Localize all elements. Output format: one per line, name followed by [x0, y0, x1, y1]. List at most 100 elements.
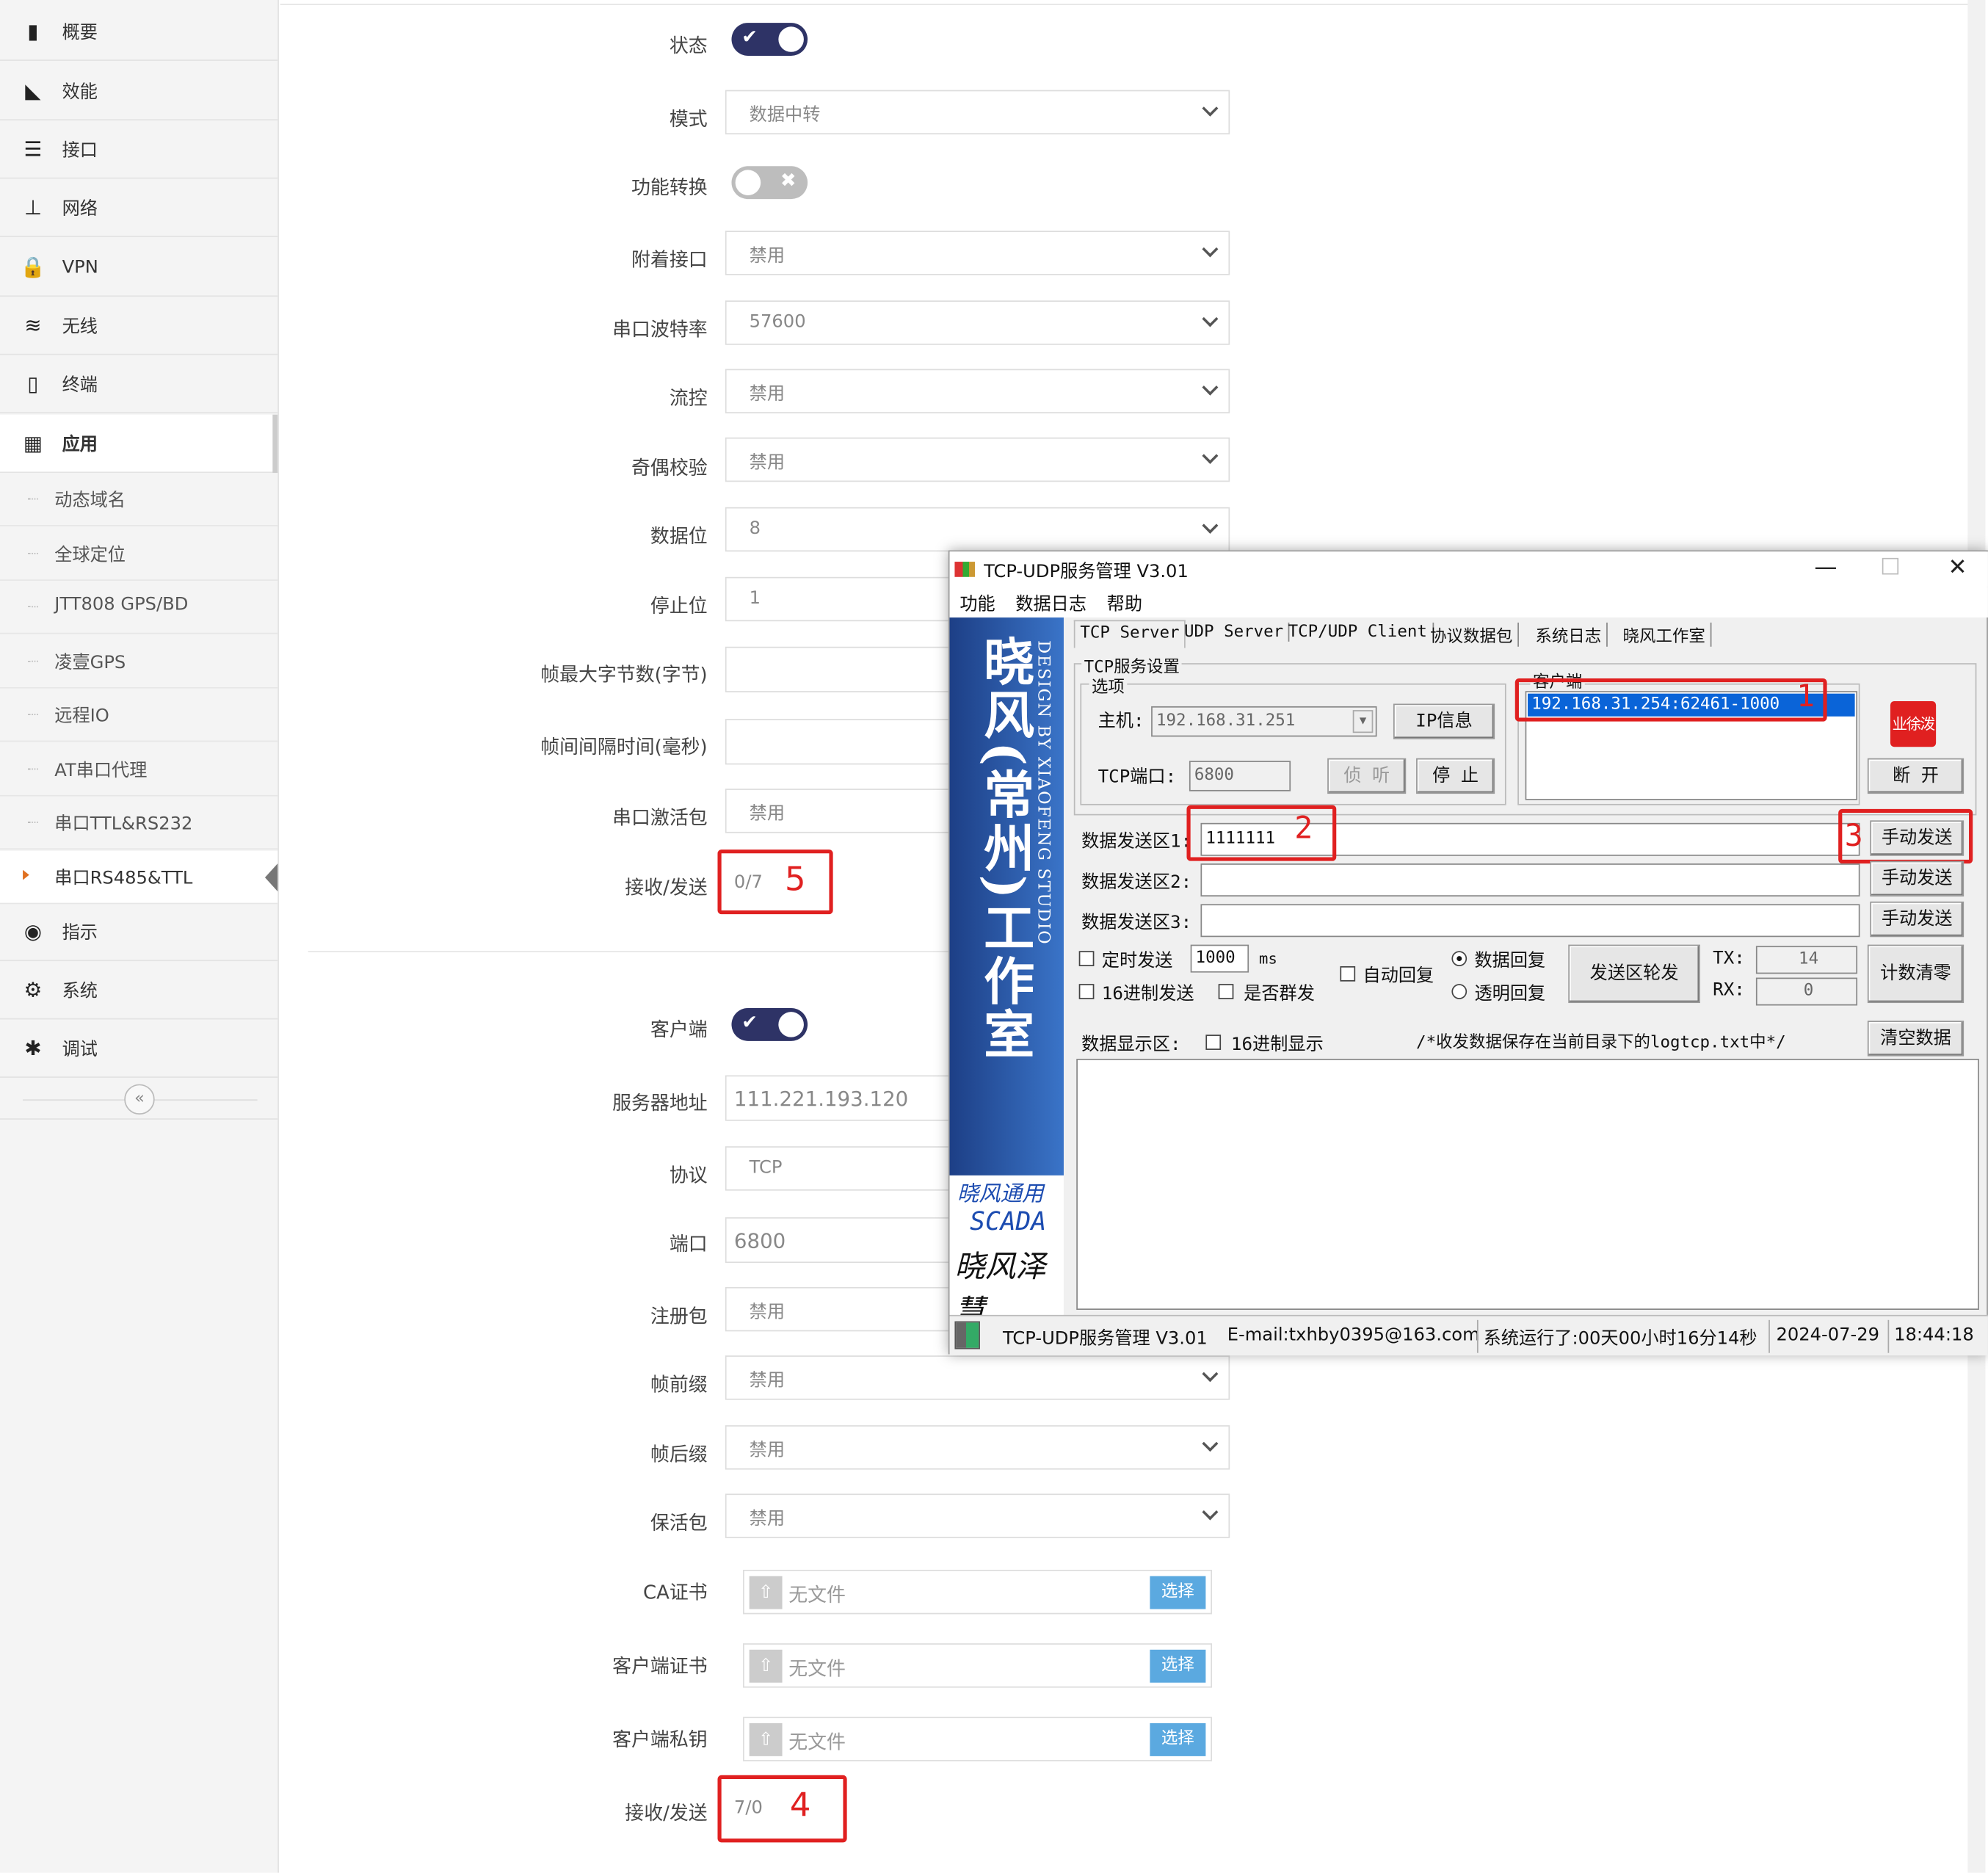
submenu-item-1[interactable]: 全球定位 [0, 526, 278, 581]
keepalive-select[interactable]: 禁用 [725, 1493, 1230, 1538]
stop-button[interactable]: 停 止 [1416, 758, 1495, 794]
max-bytes-label: 帧最大字节数(字节) [540, 663, 708, 686]
close-button[interactable]: ✕ [1939, 554, 1977, 584]
listen-button[interactable]: 侦 听 [1327, 758, 1407, 794]
databits-select[interactable]: 8 [725, 507, 1230, 552]
flow-label: 流控 [669, 386, 708, 410]
submenu-item-4[interactable]: 远程IO [0, 688, 278, 742]
tab-system-log[interactable]: 系统日志 [1530, 622, 1608, 647]
sidebar-item-6[interactable]: ▯ 终端 [0, 355, 278, 414]
hex-send-checkbox[interactable] [1078, 984, 1095, 999]
data-reply-radio[interactable] [1451, 951, 1468, 966]
suffix-select[interactable]: 禁用 [725, 1425, 1230, 1470]
send-area-3-input[interactable] [1200, 904, 1860, 938]
window-menubar: 功能 数据日志 帮助 [949, 587, 1988, 618]
gears-icon: ⚙ [23, 977, 43, 1002]
collapse-sidebar-icon[interactable]: « [124, 1084, 155, 1115]
status-bar: TCP-UDP服务管理 V3.01 E-mail:txhby0395@163.c… [949, 1314, 1988, 1356]
ms-label: ms [1258, 949, 1277, 968]
sidebar-item-3[interactable]: ⊥ 网络 [0, 179, 278, 237]
sidebar-item-0[interactable]: ▮ 概要 [0, 2, 278, 61]
data-display-area[interactable] [1076, 1059, 1979, 1310]
submenu-item-3[interactable]: 凌壹GPS [0, 634, 278, 688]
ca-file-field[interactable]: ⇧ 无文件 选择 [743, 1570, 1213, 1615]
sidebar-item-after-0[interactable]: ◉ 指示 [0, 903, 278, 962]
display-area-label: 数据显示区: [1081, 1035, 1181, 1055]
bug-icon: ✱ [24, 1035, 42, 1060]
rotate-send-button[interactable]: 发送区轮发 [1568, 944, 1700, 1004]
key-file-field[interactable]: ⇧ 无文件 选择 [743, 1717, 1213, 1761]
transparent-reply-radio[interactable] [1451, 984, 1468, 999]
top-divider [280, 4, 1979, 5]
baud-select[interactable]: 57600 [725, 300, 1230, 345]
sidebar-item-label: 应用 [62, 434, 98, 455]
menu-function[interactable]: 功能 [959, 591, 995, 617]
sidebar-item-7[interactable]: ▦ 应用 [0, 414, 278, 474]
menu-help[interactable]: 帮助 [1107, 591, 1142, 617]
menu-data-log[interactable]: 数据日志 [1015, 591, 1086, 617]
maximize-button[interactable]: ☐ [1871, 554, 1909, 584]
upload-icon: ⇧ [749, 1576, 783, 1609]
auto-reply-checkbox[interactable] [1340, 966, 1356, 982]
submenu-item-label: 动态域名 [54, 490, 126, 511]
sidebar-item-4[interactable]: 🔒 VPN [0, 239, 278, 297]
func-switch-toggle[interactable]: ✖ [731, 166, 808, 200]
reset-count-button[interactable]: 计数清零 [1867, 944, 1965, 1004]
sidebar-item-after-1[interactable]: ⚙ 系统 [0, 961, 278, 1020]
submenu-item-label: 凌壹GPS [54, 652, 126, 673]
key-select-button[interactable]: 选择 [1150, 1722, 1206, 1756]
minimize-button[interactable]: — [1807, 554, 1845, 584]
tab-protocol-packets[interactable]: 协议数据包 [1425, 622, 1519, 647]
manual-send-2-button[interactable]: 手动发送 [1870, 861, 1965, 896]
check-icon: ✔ [741, 25, 758, 48]
flow-select[interactable]: 禁用 [725, 369, 1230, 414]
sidebar-item-1[interactable]: ◣ 效能 [0, 62, 278, 121]
send-area-3-label: 数据发送区3: [1081, 913, 1192, 934]
submenu-item-0[interactable]: 动态域名 [0, 473, 278, 526]
ca-select-button[interactable]: 选择 [1150, 1576, 1206, 1609]
submenu-item-5[interactable]: AT串口代理 [0, 742, 278, 796]
transparent-reply-label: 透明回复 [1474, 984, 1546, 1004]
cert-file-field[interactable]: ⇧ 无文件 选择 [743, 1643, 1213, 1688]
clear-data-button[interactable]: 清空数据 [1867, 1021, 1965, 1057]
send-area-2-input[interactable] [1200, 863, 1860, 896]
chevron-down-icon [1202, 1435, 1219, 1452]
window-titlebar[interactable]: TCP-UDP服务管理 V3.01 — ☐ ✕ [949, 551, 1988, 587]
sidebar-item-2[interactable]: ☰ 接口 [0, 120, 278, 179]
hex-display-checkbox[interactable] [1205, 1035, 1222, 1050]
parity-select[interactable]: 禁用 [725, 437, 1230, 482]
sidebar-item-after-2[interactable]: ✱ 调试 [0, 1020, 278, 1078]
host-select[interactable]: 192.168.31.251 ▼ [1151, 706, 1377, 737]
status-toggle[interactable]: ✔ [731, 23, 808, 56]
mode-select[interactable]: 数据中转 [725, 90, 1230, 135]
ca-label: CA证书 [643, 1581, 708, 1604]
log-note: /*收发数据保存在当前目录下的logtcp.txt中*/ [1416, 1033, 1786, 1053]
annotation-number-2: 2 [1294, 810, 1313, 846]
submenu-item-6[interactable]: 串口TTL&RS232 [0, 796, 278, 850]
client-enabled-label: 客户端 [650, 1018, 708, 1041]
prefix-select[interactable]: 禁用 [725, 1355, 1230, 1400]
submenu-item-7[interactable]: 串口RS485&TTL [0, 849, 278, 904]
sidebar-item-5[interactable]: ≋ 无线 [0, 297, 278, 355]
timed-interval-input[interactable]: 1000 [1190, 944, 1249, 973]
submenu-item-2[interactable]: JTT808 GPS/BD [0, 580, 278, 634]
disconnect-button[interactable]: 断 开 [1867, 758, 1965, 794]
client-enabled-toggle[interactable]: ✔ [731, 1007, 808, 1041]
broadcast-checkbox[interactable] [1218, 984, 1234, 999]
window-title: TCP-UDP服务管理 V3.01 [984, 562, 1189, 582]
tcp-port-input[interactable]: 6800 [1189, 761, 1291, 791]
chevron-down-icon [1202, 311, 1219, 327]
submenu-item-label: 全球定位 [54, 544, 126, 565]
tab-udp-server[interactable]: UDP Server [1179, 622, 1290, 642]
tab-tcp-udp-client[interactable]: TCP/UDP Client [1283, 622, 1434, 642]
annotation-number-5: 5 [785, 861, 806, 899]
cert-select-button[interactable]: 选择 [1150, 1649, 1206, 1683]
chevron-down-icon [1202, 379, 1219, 396]
tab-studio[interactable]: 晓风工作室 [1618, 622, 1712, 647]
tx-count: 14 [1755, 946, 1858, 974]
tab-tcp-server[interactable]: TCP Server [1073, 620, 1186, 648]
timed-send-checkbox[interactable] [1078, 951, 1095, 966]
attach-if-select[interactable]: 禁用 [725, 231, 1230, 275]
manual-send-3-button[interactable]: 手动发送 [1870, 901, 1965, 938]
ip-info-button[interactable]: IP信息 [1393, 703, 1495, 739]
